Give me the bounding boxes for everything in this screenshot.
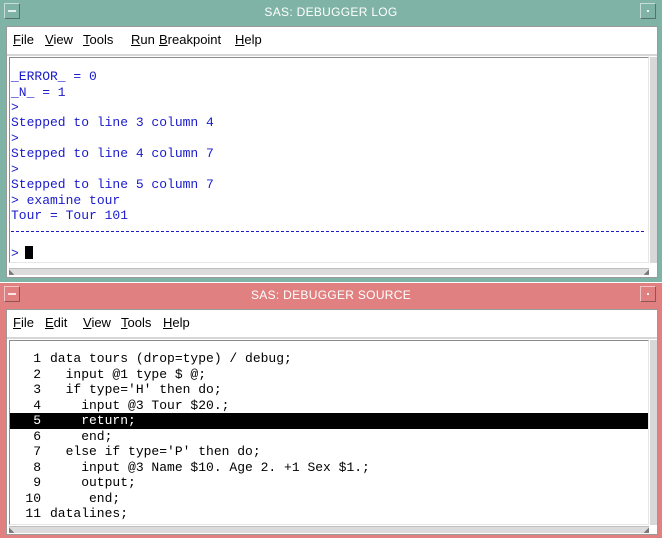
source-line[interactable]: 6 end;: [10, 429, 648, 445]
resize-grip-left-icon: ◣: [9, 268, 15, 276]
minimize-icon[interactable]: [640, 286, 656, 302]
source-menu-edit[interactable]: Edit: [45, 315, 67, 330]
line-number: 8: [33, 459, 41, 475]
log-menubar: File View Tools Run Breakpoint Help: [7, 27, 657, 53]
source-line[interactable]: 2 input @1 type $ @;: [10, 367, 648, 383]
source-vertical-scrollbar[interactable]: [650, 340, 657, 525]
log-menu-file[interactable]: File: [13, 32, 34, 47]
log-menu-view[interactable]: View: [45, 32, 73, 47]
resize-grip-right-icon[interactable]: ◢: [641, 269, 649, 276]
source-code-text: return;: [50, 413, 136, 428]
log-line: _ERROR_ = 0: [11, 69, 97, 84]
source-line[interactable]: 7 else if type='P' then do;: [10, 444, 648, 460]
line-number: 11: [25, 506, 41, 521]
source-window-title: SAS: DEBUGGER SOURCE: [250, 288, 412, 302]
log-line: Stepped to line 3 column 4: [11, 115, 214, 130]
resize-grip-left-icon: ◣: [9, 526, 15, 534]
source-client-area: File Edit View Tools Help 1 data tours (drop=…: [6, 309, 658, 535]
source-line[interactable]: 8 input @3 Name $10. Age 2. +1 Sex $1.;: [10, 460, 648, 476]
log-menu-breakpoint[interactable]: Breakpoint: [159, 32, 221, 47]
log-line: _N_ = 1: [11, 85, 66, 100]
line-number: 2: [33, 366, 41, 382]
source-line[interactable]: 1 data tours (drop=type) / debug;: [10, 351, 648, 367]
prompt-symbol: >: [11, 246, 19, 261]
line-number: 5: [33, 413, 41, 428]
source-code-text: end;: [50, 428, 113, 444]
minimize-icon[interactable]: [640, 3, 656, 19]
source-code-text: input @1 type $ @;: [50, 366, 207, 382]
source-menu-file[interactable]: File: [13, 315, 34, 330]
log-line: >: [11, 100, 19, 115]
line-number: 9: [33, 475, 41, 490]
source-code-text: if type='H' then do;: [50, 382, 222, 397]
source-line[interactable]: 4 input @3 Tour $20.;: [10, 398, 648, 414]
log-titlebar[interactable]: SAS: DEBUGGER LOG: [0, 0, 662, 24]
menu-separator: [7, 336, 657, 339]
command-prompt[interactable]: >: [11, 246, 33, 262]
source-menu-tools[interactable]: Tools: [121, 315, 151, 330]
menu-separator: [7, 53, 657, 56]
log-output-pane[interactable]: _ERROR_ = 0 _N_ = 1 > Stepped to line 3 col…: [9, 57, 649, 263]
source-menubar: File Edit View Tools Help: [7, 310, 657, 336]
log-client-area: File View Tools Run Breakpoint Help _ERROR_ =…: [6, 26, 658, 278]
source-titlebar[interactable]: SAS: DEBUGGER SOURCE: [0, 283, 662, 307]
log-line: Stepped to line 4 column 7: [11, 146, 214, 161]
log-window-title: SAS: DEBUGGER LOG: [264, 5, 398, 19]
source-code-text: end;: [50, 490, 121, 506]
log-line: Stepped to line 5 column 7: [11, 177, 214, 192]
source-line[interactable]: 10 end;: [10, 491, 648, 507]
source-line[interactable]: 3 if type='H' then do;: [10, 382, 648, 398]
log-line: > examine tour: [11, 193, 121, 208]
debugger-log-window: SAS: DEBUGGER LOG File View Tools Run Breakp…: [0, 0, 662, 282]
log-menu-tools[interactable]: Tools: [83, 32, 113, 47]
source-code-text: data tours (drop=type) / debug;: [50, 351, 292, 366]
line-number: 1: [33, 351, 41, 366]
source-code-text: output;: [50, 475, 136, 490]
source-menu-view[interactable]: View: [83, 315, 111, 330]
source-menu-help[interactable]: Help: [163, 315, 190, 330]
source-line[interactable]: 9 output;: [10, 475, 648, 491]
line-number: 3: [33, 382, 41, 397]
source-horizontal-scrollbar[interactable]: ◣ ◢: [9, 526, 649, 534]
source-code-text: datalines;: [50, 506, 129, 521]
line-number: 10: [25, 490, 41, 506]
debugger-source-window: SAS: DEBUGGER SOURCE File Edit View Tools He…: [0, 283, 662, 538]
line-number: 7: [33, 444, 41, 459]
log-menu-run[interactable]: Run: [131, 32, 155, 47]
log-line: >: [11, 131, 19, 146]
log-menu-help[interactable]: Help: [235, 32, 262, 47]
log-line: >: [11, 162, 19, 177]
source-code-text: input @3 Tour $20.;: [50, 397, 230, 413]
source-code-text: input @3 Name $10. Age 2. +1 Sex $1.;: [50, 459, 370, 475]
resize-grip-right-icon[interactable]: ◢: [641, 527, 649, 534]
log-line: Tour = Tour 101: [11, 208, 129, 223]
line-number: 4: [33, 397, 41, 413]
source-code-text: else if type='P' then do;: [50, 444, 261, 459]
line-number: 6: [33, 428, 41, 444]
log-vertical-scrollbar[interactable]: [650, 57, 657, 263]
source-line[interactable]: 11 datalines;: [10, 506, 648, 522]
current-source-line[interactable]: 5 return;: [10, 413, 648, 429]
log-horizontal-scrollbar[interactable]: ◣ ◢: [9, 268, 649, 276]
source-code-pane[interactable]: 1 data tours (drop=type) / debug; 2 input …: [9, 340, 649, 525]
text-cursor: [24, 246, 33, 259]
log-command-divider: [11, 231, 644, 232]
